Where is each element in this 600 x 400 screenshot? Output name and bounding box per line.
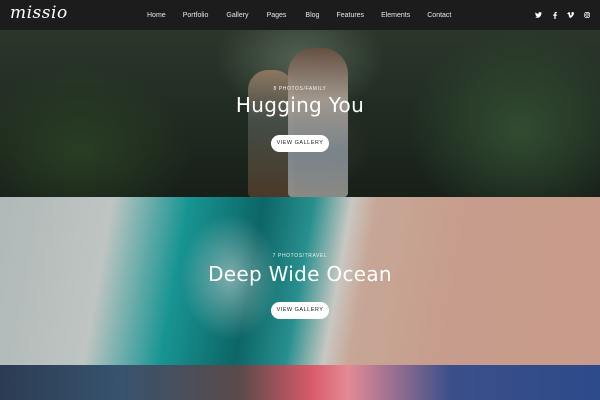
gallery-title[interactable]: Hugging You	[236, 93, 364, 117]
gallery-hero-flowers	[0, 365, 600, 400]
gallery-title[interactable]: Deep Wide Ocean	[208, 262, 392, 286]
hero-image-flowers	[0, 365, 600, 400]
gallery-hero-family: 8 Photos/Family Hugging You View Gallery	[0, 30, 600, 197]
photo-count: 7 Photos	[272, 253, 303, 259]
nav-item-blog[interactable]: Blog	[305, 12, 319, 19]
instagram-icon[interactable]	[583, 12, 590, 19]
site-logo[interactable]: missio	[10, 3, 68, 23]
social-links	[535, 0, 590, 30]
page: missio Home Portfolio Gallery Pages Blog…	[0, 0, 600, 400]
nav-item-elements[interactable]: Elements	[381, 12, 410, 19]
facebook-icon[interactable]	[551, 11, 558, 19]
nav-item-contact[interactable]: Contact	[427, 12, 451, 19]
nav-item-home[interactable]: Home	[147, 12, 166, 19]
main-menu: Home Portfolio Gallery Pages Blog Featur…	[147, 0, 451, 30]
gallery-hero-travel: 7 Photos/Travel Deep Wide Ocean View Gal…	[0, 197, 600, 365]
twitter-icon[interactable]	[535, 12, 542, 19]
view-gallery-button[interactable]: View Gallery	[271, 135, 329, 152]
nav-item-pages[interactable]: Pages	[267, 12, 287, 19]
view-gallery-button[interactable]: View Gallery	[271, 302, 329, 319]
vimeo-icon[interactable]	[567, 12, 574, 19]
gallery-meta: 7 Photos/Travel	[0, 244, 600, 262]
nav-item-features[interactable]: Features	[336, 12, 364, 19]
nav-item-gallery[interactable]: Gallery	[226, 12, 248, 19]
gallery-category[interactable]: Family	[305, 86, 326, 92]
photo-count: 8 Photos	[273, 86, 304, 92]
top-navigation-bar: missio Home Portfolio Gallery Pages Blog…	[0, 0, 600, 30]
nav-item-portfolio[interactable]: Portfolio	[183, 12, 209, 19]
gallery-category[interactable]: Travel	[305, 253, 328, 259]
